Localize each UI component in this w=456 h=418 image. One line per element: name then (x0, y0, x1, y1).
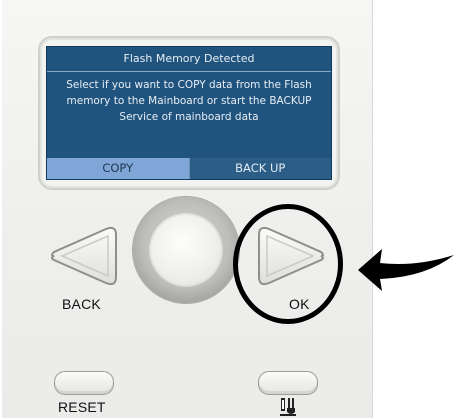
highlight-circle (233, 204, 343, 324)
softkey-bar: COPY BACK UP (47, 158, 331, 179)
screen-message: Select if you want to COPY data from the… (66, 79, 312, 123)
back-label: BACK (62, 296, 101, 312)
rotary-knob[interactable] (133, 197, 239, 303)
reset-label: RESET (58, 399, 106, 415)
pointer-arrow-icon (358, 249, 454, 291)
screen-title: Flash Memory Detected (47, 47, 331, 72)
knob-center[interactable] (149, 213, 223, 287)
softkey-copy[interactable]: COPY (47, 158, 189, 179)
display-screen: Flash Memory Detected Select if you want… (46, 46, 332, 180)
softkey-backup[interactable]: BACK UP (188, 158, 331, 179)
service-tools-icon (280, 398, 296, 416)
service-button[interactable] (258, 371, 318, 395)
reset-button[interactable] (54, 371, 114, 395)
back-button[interactable] (48, 225, 120, 287)
